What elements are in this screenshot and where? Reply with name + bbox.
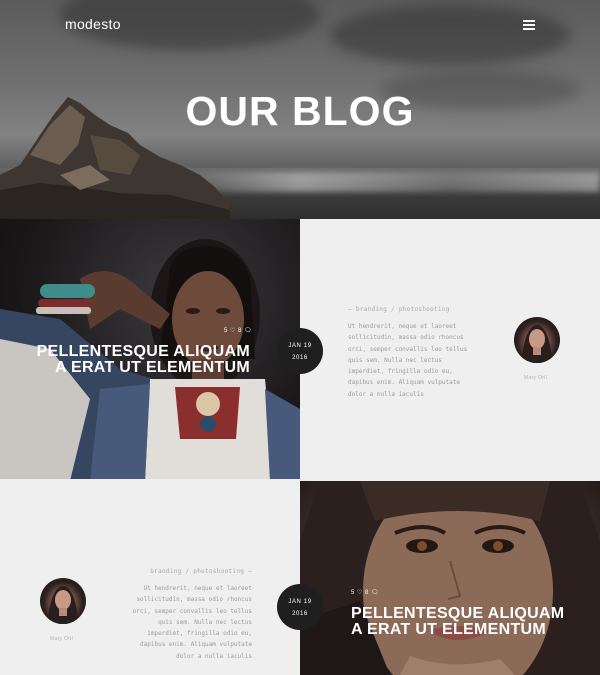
author-avatar[interactable]	[40, 578, 86, 624]
date-year: 2016	[292, 355, 308, 361]
author-name[interactable]: Mary Oril	[50, 636, 73, 642]
post-category[interactable]: branding / photoshooting —	[150, 568, 252, 575]
hero-banner: modesto OUR BLOG	[0, 0, 600, 219]
author-portrait	[48, 586, 78, 624]
post-title[interactable]: PELLENTESQUE ALIQUAM A ERAT UT ELEMENTUM	[0, 344, 250, 376]
date-year: 2016	[292, 611, 308, 617]
post-image[interactable]: 5 ♡ 8 🗨 PELLENTESQUE ALIQUAM A ERAT UT E…	[300, 481, 600, 675]
post-title-line: A ERAT UT ELEMENTUM	[54, 359, 250, 376]
date-badge: JAN 19 2016	[277, 328, 323, 374]
post-title-line: PELLENTESQUE ALIQUAM	[36, 343, 250, 360]
post-title-line: A ERAT UT ELEMENTUM	[351, 621, 547, 638]
post-image[interactable]: 5 ♡ 8 🗨 PELLENTESQUE ALIQUAM A ERAT UT E…	[0, 219, 300, 479]
date-day: JAN 19	[288, 599, 312, 605]
date-badge: JAN 19 2016	[277, 584, 323, 630]
cloud-shape	[330, 5, 570, 65]
model-portrait-illustration	[300, 481, 600, 675]
post-excerpt: Ut hendrerit, neque et laoreet sollicitu…	[132, 585, 252, 660]
post-category[interactable]: — branding / photoshooting	[348, 306, 450, 313]
author-portrait	[522, 325, 552, 363]
author-avatar[interactable]	[514, 317, 560, 363]
date-day: JAN 19	[288, 343, 312, 349]
post-title[interactable]: PELLENTESQUE ALIQUAM A ERAT UT ELEMENTUM	[351, 606, 564, 638]
blog-post-card[interactable]: Mary Oril branding / photoshooting — Ut …	[0, 481, 600, 675]
post-details: Mary Oril branding / photoshooting — Ut …	[0, 481, 300, 675]
site-logo[interactable]: modesto	[65, 16, 121, 32]
hamburger-menu-icon[interactable]	[523, 20, 535, 30]
post-excerpt: Ut hendrerit, neque et laoreet sollicitu…	[348, 323, 468, 398]
post-title-line: PELLENTESQUE ALIQUAM	[351, 605, 565, 622]
blog-page: modesto OUR BLOG 5 ♡ 8 🗨 PELLENTESQUE AL…	[0, 0, 600, 675]
blog-post-card[interactable]: 5 ♡ 8 🗨 PELLENTESQUE ALIQUAM A ERAT UT E…	[0, 219, 600, 479]
page-title: OUR BLOG	[185, 88, 415, 134]
author-name[interactable]: Mary Oril	[524, 375, 547, 381]
post-stats: 5 ♡ 8 🗨	[351, 590, 380, 596]
post-details: — branding / photoshooting Ut hendrerit,…	[300, 219, 600, 479]
post-stats: 5 ♡ 8 🗨	[224, 328, 253, 334]
